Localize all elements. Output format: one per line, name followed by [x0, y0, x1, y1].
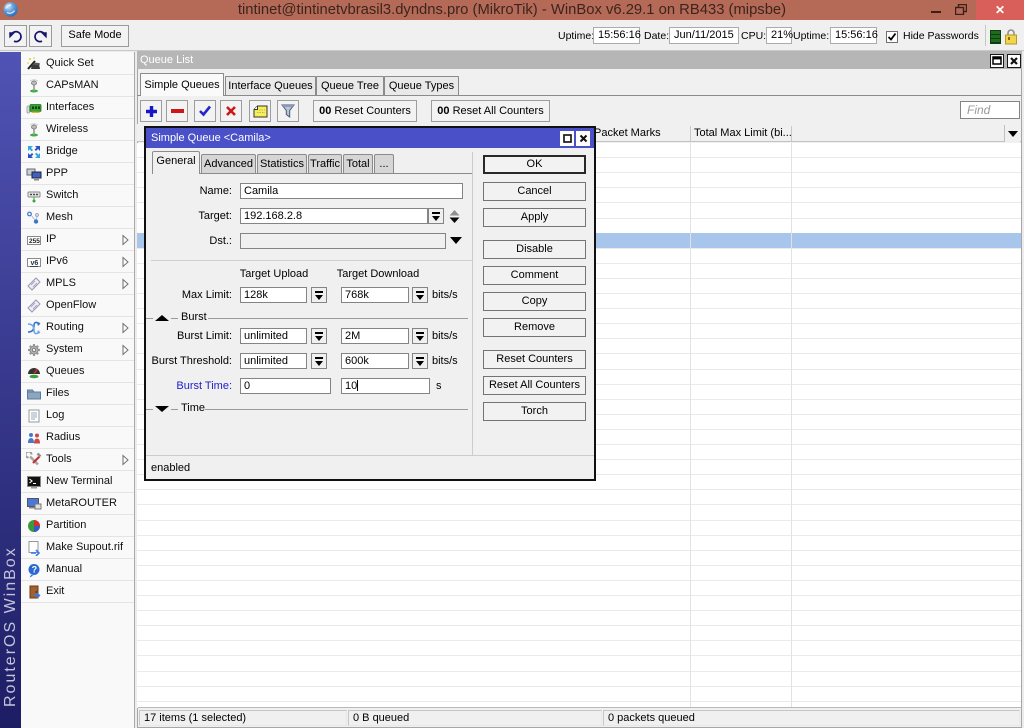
svg-text:v6: v6 — [31, 260, 39, 267]
svg-text:?: ? — [32, 565, 37, 575]
svg-text:255: 255 — [29, 238, 40, 245]
